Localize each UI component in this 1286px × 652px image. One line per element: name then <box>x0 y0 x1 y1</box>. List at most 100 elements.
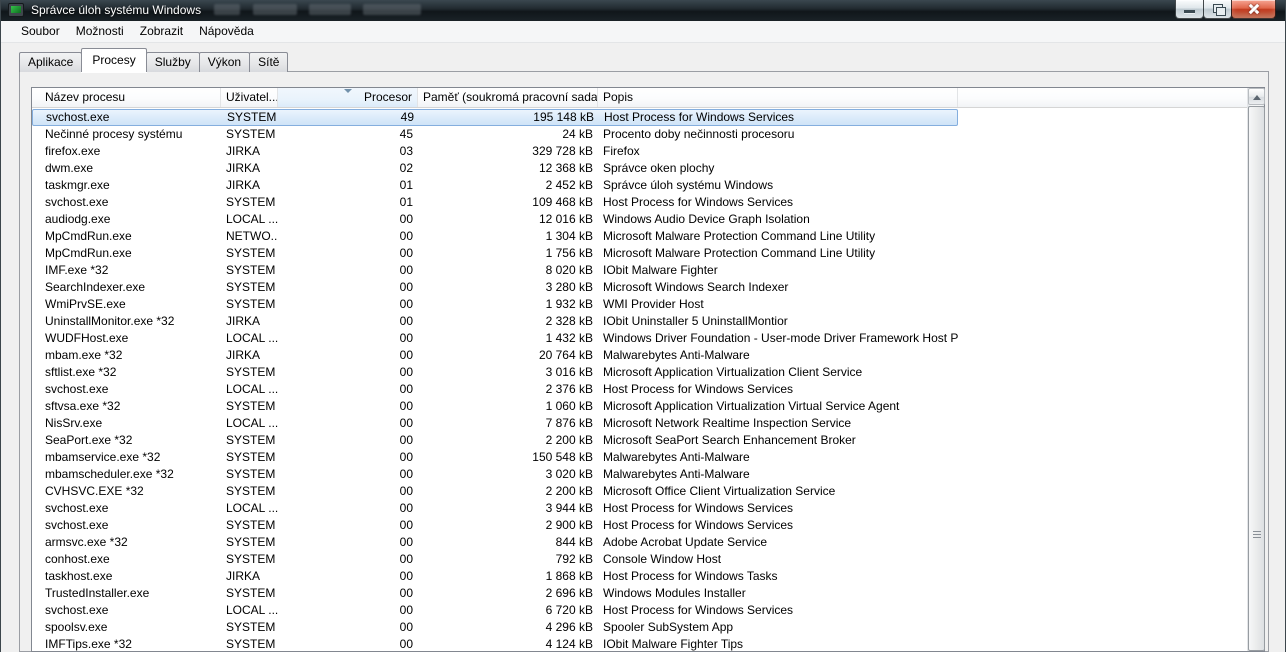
table-row[interactable]: svchost.exeLOCAL ...003 944 kBHost Proce… <box>32 500 1247 517</box>
background-window-ghost <box>363 4 421 15</box>
table-row[interactable]: taskhost.exeJIRKA001 868 kBHost Process … <box>32 568 1247 585</box>
title-bar[interactable]: Správce úloh systému Windows <box>1 0 1285 21</box>
cell-description: IObit Malware Fighter Tips <box>598 636 958 651</box>
cell-cpu: 00 <box>278 551 418 568</box>
scrollbar-thumb[interactable] <box>1248 106 1265 651</box>
table-row[interactable]: SearchIndexer.exeSYSTEM003 280 kBMicroso… <box>32 279 1247 296</box>
table-row[interactable]: armsvc.exe *32SYSTEM00844 kBAdobe Acroba… <box>32 534 1247 551</box>
restore-button[interactable] <box>1203 0 1232 19</box>
cell-user: SYSTEM <box>222 110 279 125</box>
menu-bar: SouborMožnostiZobrazitNápověda <box>1 21 1285 43</box>
cell-description: Microsoft Office Client Virtualization S… <box>598 483 958 500</box>
cell-user: NETWO... <box>221 228 278 245</box>
table-row[interactable]: dwm.exeJIRKA0212 368 kBSprávce oken ploc… <box>32 160 1247 177</box>
scrollbar-up-button[interactable] <box>1248 88 1265 105</box>
vertical-scrollbar[interactable] <box>1247 88 1264 651</box>
cell-user: SYSTEM <box>221 126 278 143</box>
table-row[interactable]: spoolsv.exeSYSTEM004 296 kBSpooler SubSy… <box>32 619 1247 636</box>
table-row[interactable]: conhost.exeSYSTEM00792 kBConsole Window … <box>32 551 1247 568</box>
table-row[interactable]: firefox.exeJIRKA03329 728 kBFirefox <box>32 143 1247 160</box>
cell-cpu: 00 <box>278 228 418 245</box>
cell-process-name: taskhost.exe <box>32 568 221 585</box>
cell-memory: 20 764 kB <box>418 347 598 364</box>
table-row[interactable]: mbamscheduler.exe *32SYSTEM003 020 kBMal… <box>32 466 1247 483</box>
cell-cpu: 00 <box>278 500 418 517</box>
cell-memory: 12 016 kB <box>418 211 598 228</box>
table-row[interactable]: svchost.exeSYSTEM49195 148 kBHost Proces… <box>32 109 958 126</box>
table-row[interactable]: MpCmdRun.exeSYSTEM001 756 kBMicrosoft Ma… <box>32 245 1247 262</box>
cell-memory: 3 016 kB <box>418 364 598 381</box>
column-header-1[interactable]: Název procesu <box>32 88 221 107</box>
table-row[interactable]: svchost.exeLOCAL ...002 376 kBHost Proce… <box>32 381 1247 398</box>
cell-user: LOCAL ... <box>221 415 278 432</box>
table-row[interactable]: taskmgr.exeJIRKA012 452 kBSprávce úloh s… <box>32 177 1247 194</box>
cell-description: Microsoft Malware Protection Command Lin… <box>598 245 958 262</box>
cell-user: SYSTEM <box>221 245 278 262</box>
column-header-5[interactable]: Popis <box>598 88 958 107</box>
cell-user: JIRKA <box>221 160 278 177</box>
cell-process-name: IMF.exe *32 <box>32 262 221 279</box>
table-row[interactable]: SeaPort.exe *32SYSTEM002 200 kBMicrosoft… <box>32 432 1247 449</box>
menu-item-soubor[interactable]: Soubor <box>13 21 68 42</box>
table-row[interactable]: svchost.exeSYSTEM01109 468 kBHost Proces… <box>32 194 1247 211</box>
cell-user: SYSTEM <box>221 194 278 211</box>
cell-description: Console Window Host <box>598 551 958 568</box>
background-window-ghost <box>309 4 351 15</box>
menu-item-možnosti[interactable]: Možnosti <box>68 21 132 42</box>
tab-výkon[interactable]: Výkon <box>199 52 250 72</box>
column-header-2[interactable]: Uživatel... <box>221 88 278 107</box>
tab-služby[interactable]: Služby <box>146 52 200 72</box>
cell-process-name: IMFTips.exe *32 <box>32 636 221 651</box>
cell-process-name: sftlist.exe *32 <box>32 364 221 381</box>
table-row[interactable]: mbam.exe *32JIRKA0020 764 kBMalwarebytes… <box>32 347 1247 364</box>
cell-memory: 2 328 kB <box>418 313 598 330</box>
cell-process-name: MpCmdRun.exe <box>32 228 221 245</box>
cell-description: Windows Modules Installer <box>598 585 958 602</box>
table-row[interactable]: IMFTips.exe *32SYSTEM004 124 kBIObit Mal… <box>32 636 1247 651</box>
minimize-button[interactable] <box>1175 0 1204 19</box>
table-row[interactable]: svchost.exeSYSTEM002 900 kBHost Process … <box>32 517 1247 534</box>
close-button[interactable] <box>1231 0 1276 19</box>
cell-user: SYSTEM <box>221 398 278 415</box>
table-row[interactable]: svchost.exeLOCAL ...006 720 kBHost Proce… <box>32 602 1247 619</box>
cell-memory: 3 944 kB <box>418 500 598 517</box>
tab-procesy[interactable]: Procesy <box>81 48 146 72</box>
table-header: Název procesuUživatel... Procesor Paměť (s… <box>32 88 1247 108</box>
column-header-4[interactable]: Paměť (soukromá pracovní sada) <box>418 88 598 107</box>
sort-descending-icon <box>344 89 352 93</box>
task-manager-window: Správce úloh systému Windows SouborMožno… <box>0 0 1286 652</box>
table-row[interactable]: CVHSVC.EXE *32SYSTEM002 200 kBMicrosoft … <box>32 483 1247 500</box>
cell-memory: 195 148 kB <box>419 110 599 125</box>
table-row[interactable]: Nečinné procesy systémuSYSTEM4524 kBProc… <box>32 126 1247 143</box>
table-row[interactable]: NisSrv.exeLOCAL ...007 876 kBMicrosoft N… <box>32 415 1247 432</box>
table-row[interactable]: mbamservice.exe *32SYSTEM00150 548 kBMal… <box>32 449 1247 466</box>
cell-cpu: 00 <box>278 585 418 602</box>
table-row[interactable]: IMF.exe *32SYSTEM008 020 kBIObit Malware… <box>32 262 1247 279</box>
cell-user: SYSTEM <box>221 585 278 602</box>
cell-cpu: 00 <box>278 415 418 432</box>
table-row[interactable]: audiodg.exeLOCAL ...0012 016 kBWindows A… <box>32 211 1247 228</box>
table-row[interactable]: UninstallMonitor.exe *32JIRKA002 328 kBI… <box>32 313 1247 330</box>
tab-aplikace[interactable]: Aplikace <box>19 52 82 72</box>
tab-sítě[interactable]: Sítě <box>249 52 288 72</box>
cell-cpu: 00 <box>278 602 418 619</box>
menu-item-zobrazit[interactable]: Zobrazit <box>132 21 191 42</box>
cell-cpu: 00 <box>278 517 418 534</box>
cell-memory: 2 900 kB <box>418 517 598 534</box>
menu-item-nápověda[interactable]: Nápověda <box>191 21 262 42</box>
cell-description: Malwarebytes Anti-Malware <box>598 449 958 466</box>
cell-memory: 24 kB <box>418 126 598 143</box>
table-row[interactable]: WmiPrvSE.exeSYSTEM001 932 kBWMI Provider… <box>32 296 1247 313</box>
table-row[interactable]: WUDFHost.exeLOCAL ...001 432 kBWindows D… <box>32 330 1247 347</box>
column-header-3[interactable]: Procesor <box>278 88 418 107</box>
cell-user: SYSTEM <box>221 262 278 279</box>
cell-user: SYSTEM <box>221 551 278 568</box>
cell-user: SYSTEM <box>221 279 278 296</box>
process-table-body: Název procesuUživatel... Procesor Paměť (s… <box>32 88 1247 651</box>
column-header-label: Procesor <box>364 90 412 104</box>
table-row[interactable]: sftlist.exe *32SYSTEM003 016 kBMicrosoft… <box>32 364 1247 381</box>
table-row[interactable]: sftvsa.exe *32SYSTEM001 060 kBMicrosoft … <box>32 398 1247 415</box>
cell-user: LOCAL ... <box>221 500 278 517</box>
table-row[interactable]: MpCmdRun.exeNETWO...001 304 kBMicrosoft … <box>32 228 1247 245</box>
table-row[interactable]: TrustedInstaller.exeSYSTEM002 696 kBWind… <box>32 585 1247 602</box>
